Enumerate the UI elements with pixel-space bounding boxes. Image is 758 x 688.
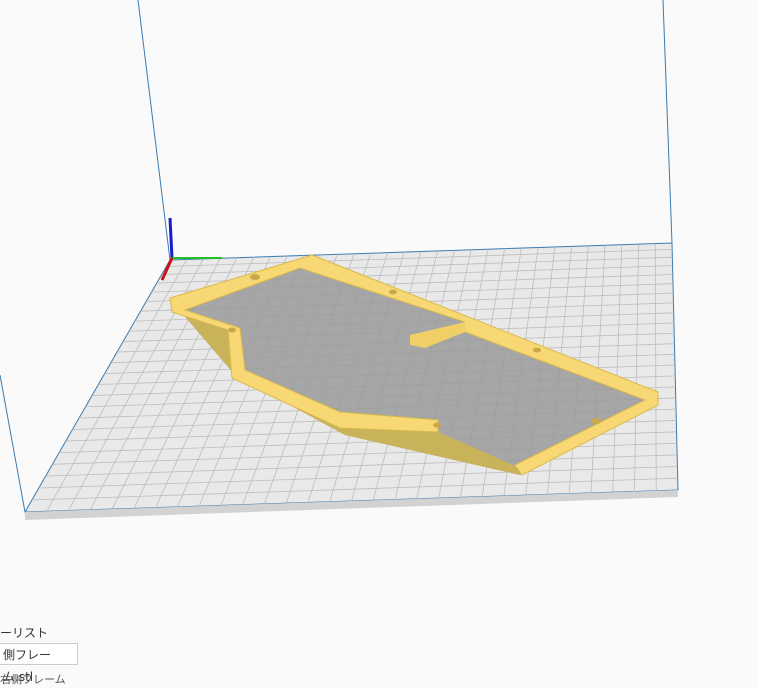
object-list-item[interactable]: 右側フレーム: [0, 671, 66, 687]
object-list-title: ーリスト: [0, 626, 49, 640]
3d-viewport[interactable]: [0, 0, 758, 679]
object-list-item[interactable]: 側フレーム.stl: [0, 643, 78, 684]
